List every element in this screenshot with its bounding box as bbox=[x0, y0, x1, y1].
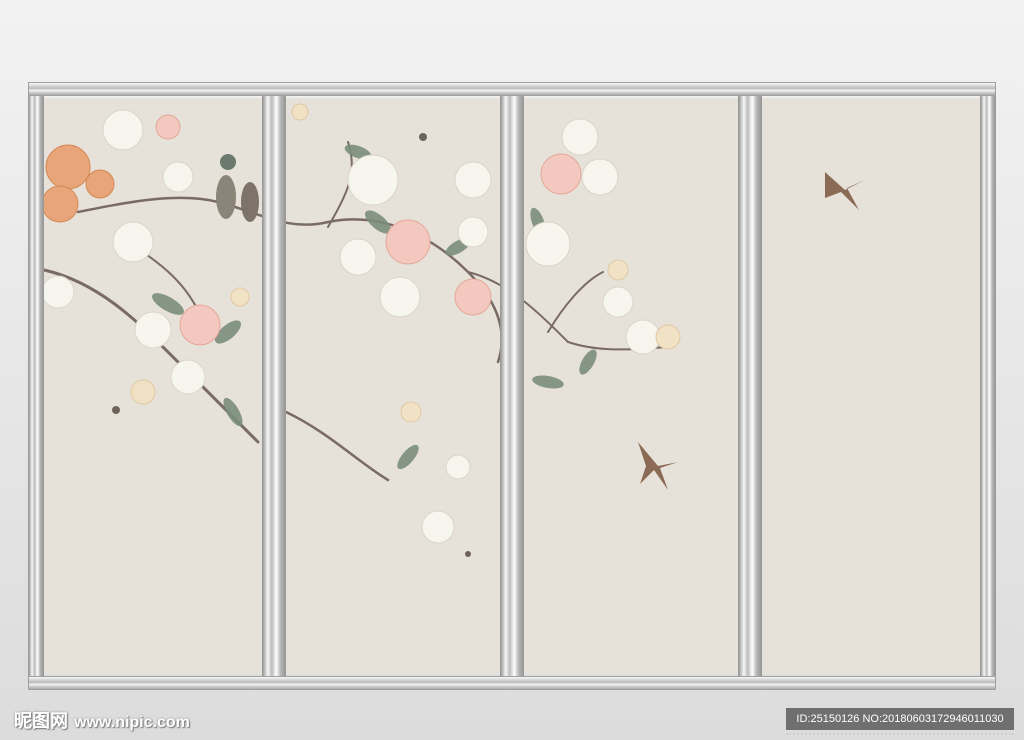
divider-post-1 bbox=[28, 96, 44, 676]
mural-frame bbox=[28, 82, 996, 690]
watermark-logo: 昵图网 www.nipic.com bbox=[14, 707, 190, 733]
perched-birds bbox=[216, 154, 259, 222]
divider-post-3 bbox=[500, 96, 524, 676]
dotted-line bbox=[786, 733, 1014, 740]
divider-post-5 bbox=[980, 96, 996, 676]
watermark-url: www.nipic.com bbox=[74, 714, 190, 731]
divider-post-4 bbox=[738, 96, 762, 676]
image-id-label: ID:25150126 NO:20180603172946011030 bbox=[786, 708, 1014, 730]
divider-post-2 bbox=[262, 96, 286, 676]
watermark-site: 昵图网 bbox=[14, 711, 68, 731]
